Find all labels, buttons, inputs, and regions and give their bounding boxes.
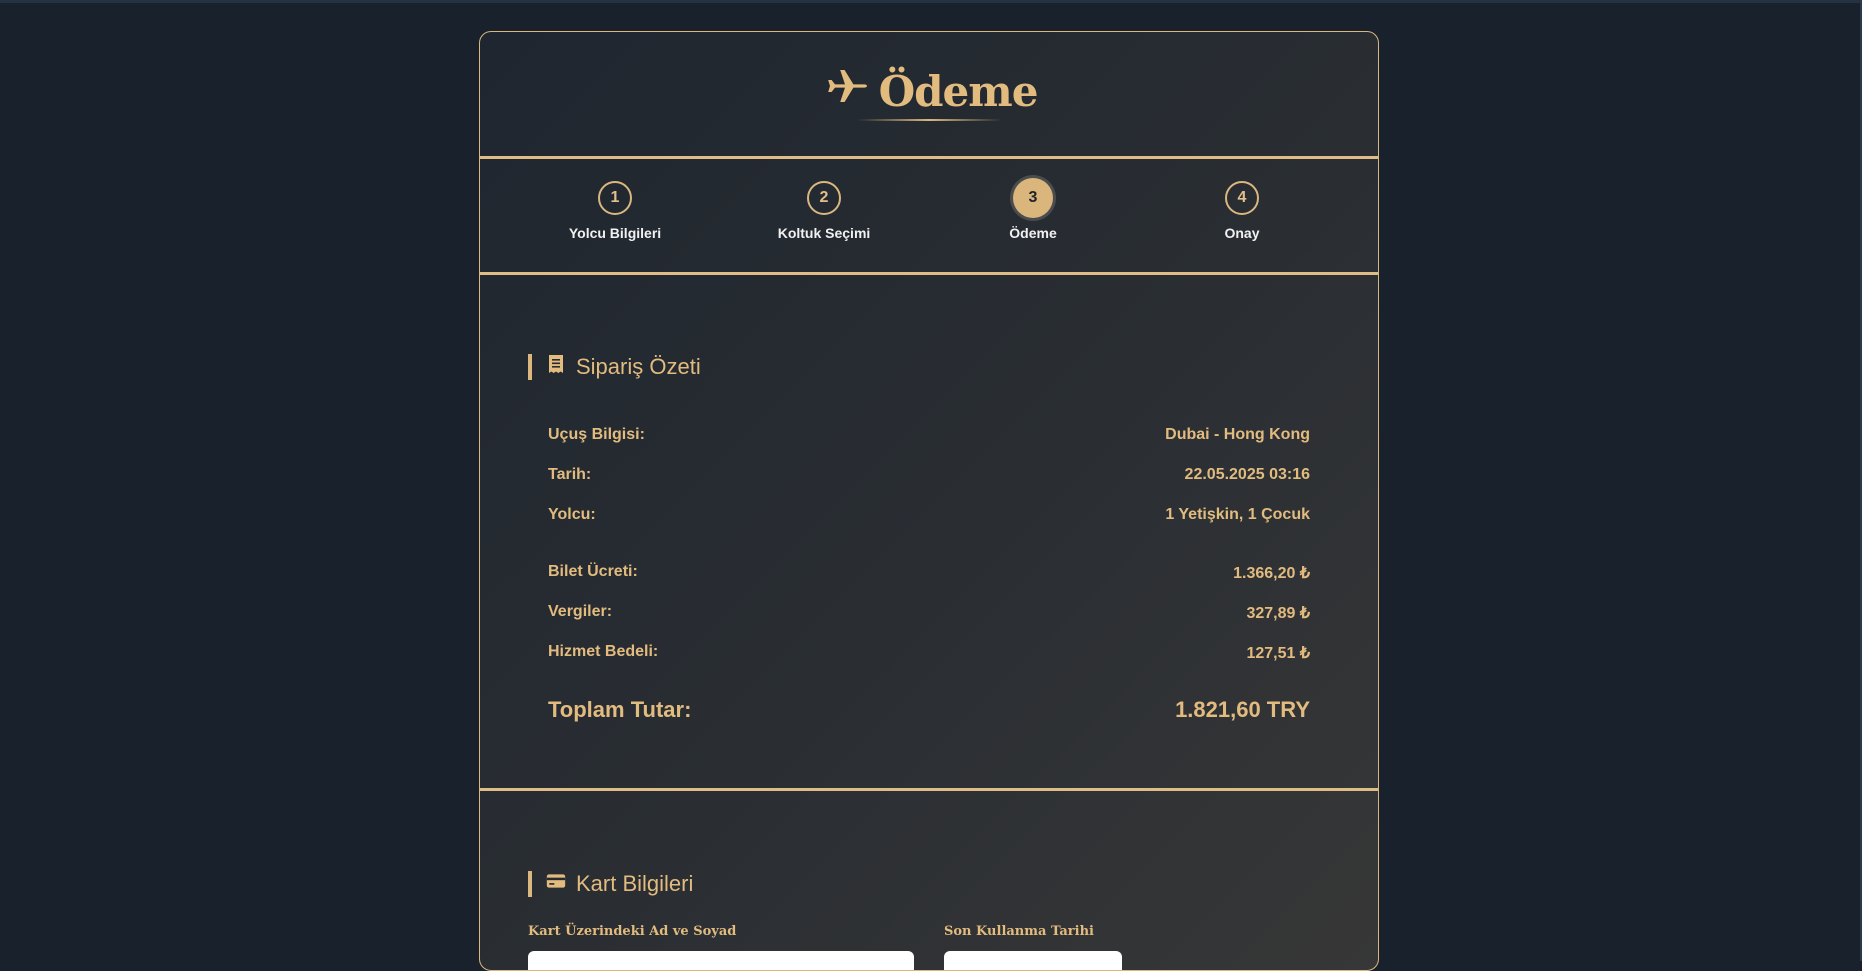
summary-row-ticket-price: Bilet Ücreti: 1.366,20 ₺ <box>548 563 1310 583</box>
page-header: Ödeme <box>480 32 1378 156</box>
total-label: Toplam Tutar: <box>548 697 692 722</box>
cardholder-name-input[interactable] <box>528 951 914 970</box>
step-passenger-info[interactable]: 1 Yolcu Bilgileri <box>535 181 695 241</box>
summary-row-passengers: Yolcu: 1 Yetişkin, 1 Çocuk <box>548 506 1310 524</box>
summary-row-taxes: Vergiler: 327,89 ₺ <box>548 603 1310 623</box>
step-confirmation[interactable]: 4 Onay <box>1162 181 1322 241</box>
row-value: 22.05.2025 03:16 <box>1184 466 1310 483</box>
divider <box>480 788 1378 791</box>
step-number: 1 <box>598 181 632 215</box>
cardholder-name-label: Kart Üzerindeki Ad ve Soyad <box>528 924 737 939</box>
step-label: Onay <box>1224 225 1260 241</box>
window-top-edge <box>0 0 1862 3</box>
section-title-text: Kart Bilgileri <box>576 871 694 896</box>
row-label: Bilet Ücreti: <box>548 563 638 580</box>
summary-row-date: Tarih: 22.05.2025 03:16 <box>548 466 1310 484</box>
step-seat-selection[interactable]: 2 Koltuk Seçimi <box>744 181 904 241</box>
step-number: 3 <box>1013 178 1053 218</box>
row-value: 1 Yetişkin, 1 Çocuk <box>1165 506 1310 523</box>
row-value: 127,51 ₺ <box>1246 645 1310 662</box>
row-label: Vergiler: <box>548 603 613 620</box>
row-value: Dubai - Hong Kong <box>1165 426 1310 443</box>
divider <box>480 272 1378 275</box>
step-label: Ödeme <box>1009 225 1057 241</box>
step-label: Koltuk Seçimi <box>777 225 871 241</box>
title-underline <box>857 119 1002 121</box>
row-label: Tarih: <box>548 466 592 483</box>
page-title: Ödeme <box>821 62 1038 120</box>
summary-total: Toplam Tutar: 1.821,60 TRY <box>548 697 1310 723</box>
row-value: 1.366,20 ₺ <box>1233 565 1310 582</box>
step-number: 4 <box>1225 181 1259 215</box>
expiry-date-label: Son Kullanma Tarihi <box>944 924 1094 939</box>
step-payment[interactable]: 3 Ödeme <box>953 178 1113 241</box>
card-info-title: Kart Bilgileri <box>528 871 693 897</box>
expiry-date-input[interactable] <box>944 951 1122 970</box>
row-label: Uçuş Bilgisi: <box>548 426 645 443</box>
summary-row-service-fee: Hizmet Bedeli: 127,51 ₺ <box>548 643 1310 663</box>
row-label: Hizmet Bedeli: <box>548 643 659 660</box>
total-value: 1.821,60 TRY <box>1175 697 1310 722</box>
airplane-icon <box>821 62 869 120</box>
receipt-icon <box>546 354 566 380</box>
step-number: 2 <box>807 181 841 215</box>
section-title-text: Sipariş Özeti <box>576 354 701 379</box>
row-label: Yolcu: <box>548 506 596 523</box>
checkout-card: Ödeme 1 Yolcu Bilgileri 2 Koltuk Seçimi … <box>479 31 1379 971</box>
step-label: Yolcu Bilgileri <box>568 225 662 241</box>
credit-card-icon <box>546 871 566 897</box>
page-title-text: Ödeme <box>878 66 1039 116</box>
progress-steps: 1 Yolcu Bilgileri 2 Koltuk Seçimi 3 Ödem… <box>480 159 1378 272</box>
order-summary-title: Sipariş Özeti <box>528 354 701 380</box>
summary-row-flight: Uçuş Bilgisi: Dubai - Hong Kong <box>548 426 1310 444</box>
row-value: 327,89 ₺ <box>1246 605 1310 622</box>
